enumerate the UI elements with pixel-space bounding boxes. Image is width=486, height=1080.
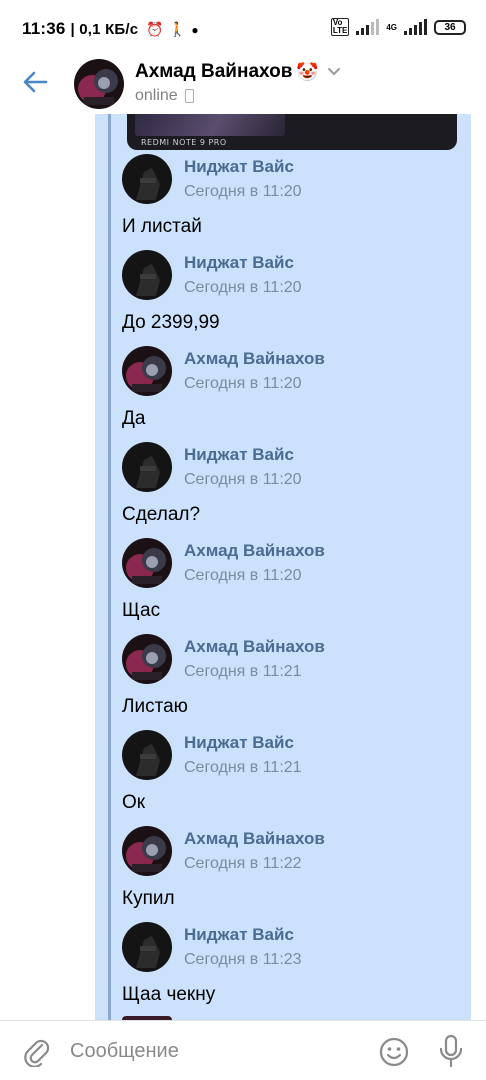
- message-time: Сегодня в 11:20: [184, 471, 302, 488]
- avatar-nidzhat[interactable]: [122, 154, 172, 204]
- photo-content: [135, 114, 285, 136]
- author-name[interactable]: Ахмад Вайнахов: [184, 637, 325, 657]
- message-time: Сегодня в 11:20: [184, 375, 302, 392]
- message-text: Купил: [122, 888, 175, 909]
- microphone-icon[interactable]: [438, 1034, 464, 1068]
- avatar-akhmad[interactable]: [122, 538, 172, 588]
- signal-icon-2: [404, 19, 427, 35]
- message-time: Сегодня в 11:20: [184, 279, 302, 296]
- message-time: Сегодня в 11:21: [184, 663, 302, 680]
- drop-icon: ●: [191, 23, 199, 37]
- author-name[interactable]: Ниджат Вайс: [184, 925, 294, 945]
- status-bar: 11:36 | 0,1 КБ/с ⏰ 🚶 ● Vo LTE 4G 36: [0, 0, 486, 56]
- battery-icon: 36: [434, 19, 466, 35]
- author-name[interactable]: Ниджат Вайс: [184, 445, 294, 465]
- chevron-down-icon[interactable]: [327, 67, 341, 77]
- back-arrow-icon[interactable]: [20, 67, 50, 97]
- status-time: 11:36 | 0,1 КБ/с ⏰ 🚶 ●: [22, 19, 199, 38]
- contact-avatar[interactable]: [74, 59, 124, 109]
- message-time: Сегодня в 11:21: [184, 759, 302, 776]
- message-time: Сегодня в 11:22: [184, 855, 302, 872]
- author-name[interactable]: Ахмад Вайнахов: [184, 829, 325, 849]
- network-type: 4G: [386, 22, 397, 32]
- alarm-off-icon: ⏰: [146, 21, 164, 37]
- message-composer: [0, 1020, 486, 1080]
- avatar-nidzhat[interactable]: [122, 922, 172, 972]
- message-text: И листай: [122, 216, 202, 237]
- forward-indicator-bar: [108, 114, 111, 1020]
- paperclip-icon[interactable]: [22, 1035, 50, 1067]
- author-name[interactable]: Ахмад Вайнахов: [184, 541, 325, 561]
- status-icons: Vo LTE 4G 36: [330, 18, 466, 36]
- chat-title[interactable]: Ахмад Вайнахов 🤡: [135, 61, 341, 83]
- message-text: Да: [122, 408, 146, 429]
- avatar-nidzhat[interactable]: [122, 442, 172, 492]
- avatar-akhmad[interactable]: [122, 346, 172, 396]
- message-text: Щас: [122, 600, 161, 621]
- photo-caption: REDMI NOTE 9 PRO: [141, 138, 227, 147]
- avatar-akhmad[interactable]: [122, 826, 172, 876]
- author-name[interactable]: Ниджат Вайс: [184, 253, 294, 273]
- smile-icon[interactable]: [378, 1036, 410, 1068]
- author-name[interactable]: Ниджат Вайс: [184, 157, 294, 177]
- message-text: До 2399,99: [122, 312, 220, 333]
- clown-emoji: 🤡: [296, 61, 319, 82]
- chat-header: Ахмад Вайнахов 🤡 online: [0, 56, 486, 114]
- message-text: Ок: [122, 792, 146, 813]
- message-text: Сделал?: [122, 504, 201, 525]
- message-text: Листаю: [122, 696, 188, 717]
- phone-icon: [184, 89, 194, 103]
- status-speed: | 0,1 КБ/с: [70, 21, 139, 38]
- avatar-nidzhat[interactable]: [122, 730, 172, 780]
- message-time: Сегодня в 11:20: [184, 567, 302, 584]
- forwarded-photo[interactable]: REDMI NOTE 9 PRO: [127, 114, 457, 150]
- message-time: Сегодня в 11:23: [184, 951, 302, 968]
- avatar-nidzhat[interactable]: [122, 250, 172, 300]
- contact-name: Ахмад Вайнахов: [135, 61, 293, 82]
- signal-icon-1: [356, 19, 380, 35]
- author-name[interactable]: Ниджат Вайс: [184, 733, 294, 753]
- message-time: Сегодня в 11:20: [184, 183, 302, 200]
- message-text: Щаа чекну: [122, 984, 216, 1005]
- online-status: online: [135, 87, 194, 105]
- volte-icon: Vo LTE: [330, 18, 350, 36]
- walk-icon: 🚶: [168, 21, 187, 37]
- message-input[interactable]: [70, 1037, 360, 1065]
- author-name[interactable]: Ахмад Вайнахов: [184, 349, 325, 369]
- avatar-akhmad[interactable]: [122, 634, 172, 684]
